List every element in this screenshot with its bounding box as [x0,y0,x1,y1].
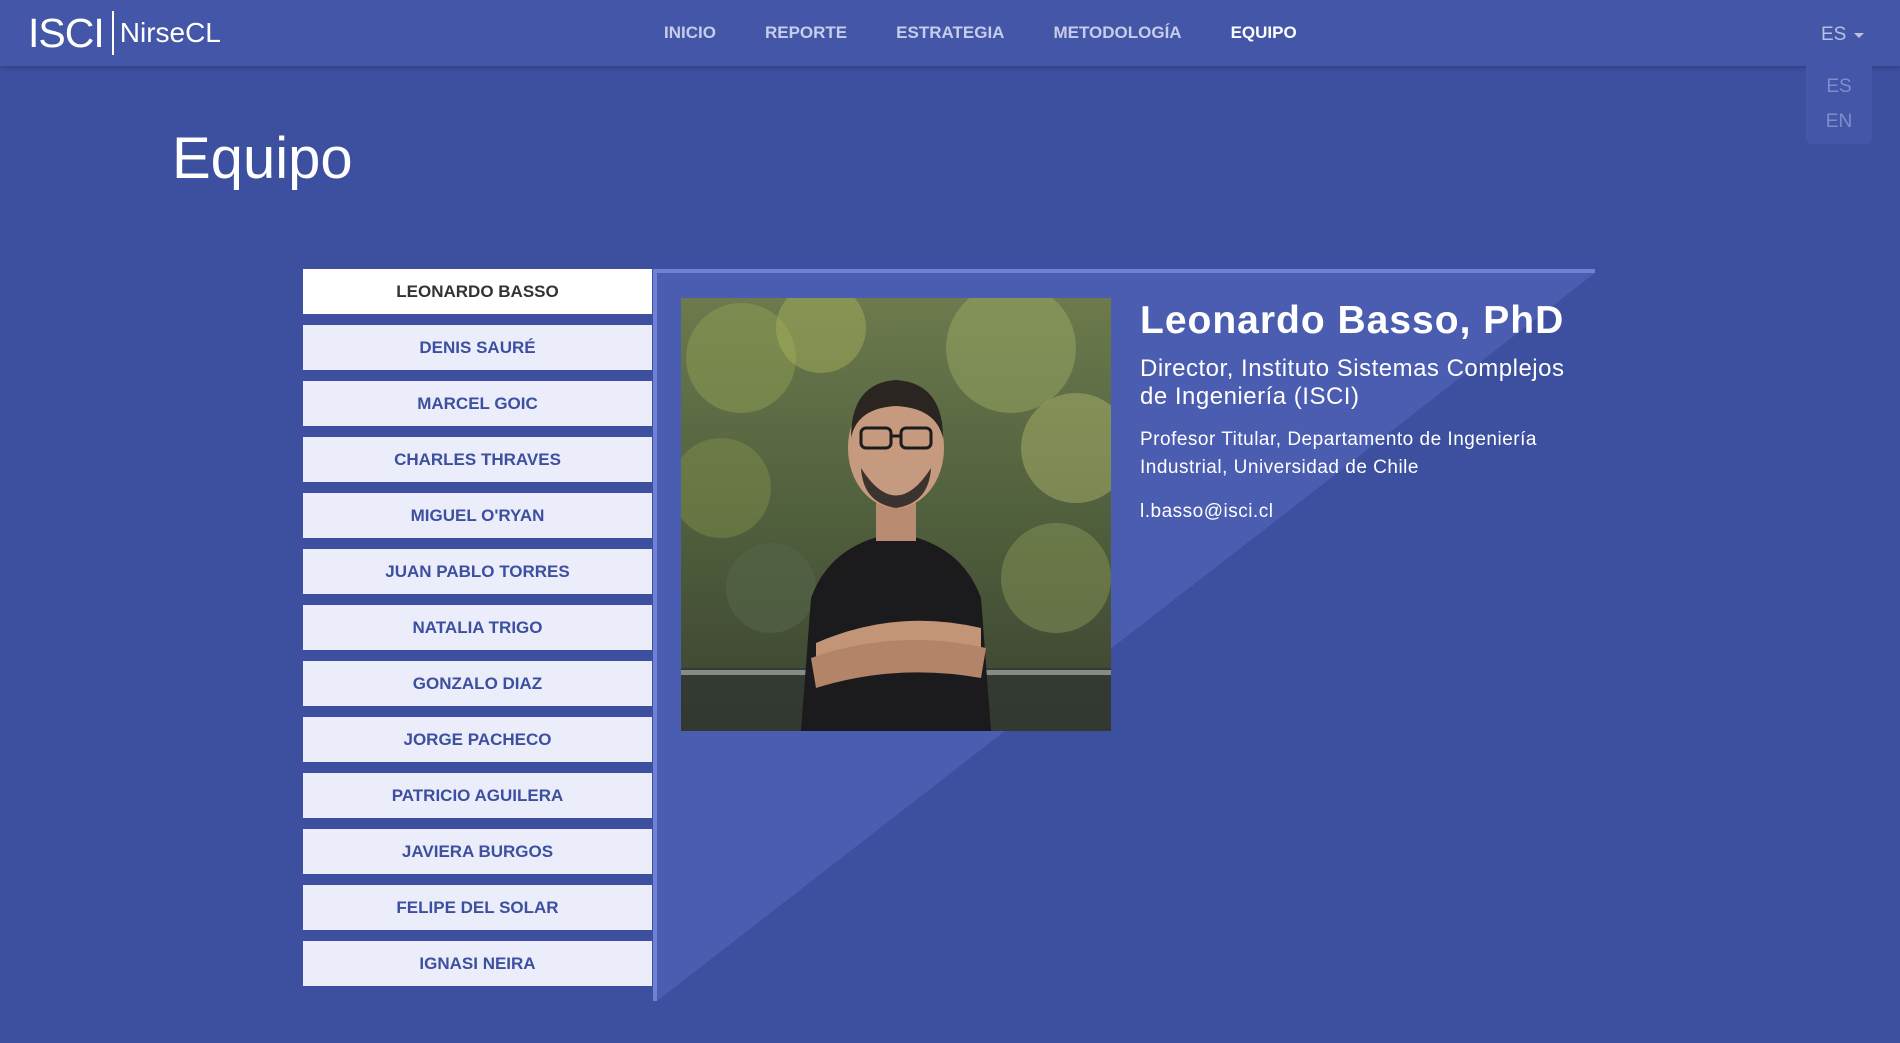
page-title: Equipo [172,126,353,191]
team-member-tab[interactable]: JAVIERA BURGOS [303,829,652,874]
caret-down-icon [1854,32,1865,38]
language-dropdown-toggle[interactable]: ES [1821,24,1865,46]
team-member-tab[interactable]: DENIS SAURÉ [303,325,652,370]
nav-reporte[interactable]: REPORTE [765,23,847,43]
team-member-tab[interactable]: CHARLES THRAVES [303,437,652,482]
top-navbar: ISCI NirseCL INICIO REPORTE ESTRATEGIA M… [0,0,1900,66]
language-option-en[interactable]: EN [1806,104,1872,139]
profile-photo [681,298,1111,731]
profile-affiliation: Profesor Titular, Departamento de Ingeni… [1140,429,1537,478]
profile-info: Leonardo Basso, PhD Director, Instituto … [1140,295,1590,525]
team-member-tab[interactable]: IGNASI NEIRA [303,941,652,986]
portrait-image [681,298,1111,731]
profile-role: Director, Instituto Sistemas Complejos d… [1140,355,1565,410]
nav-equipo[interactable]: EQUIPO [1231,23,1297,43]
logo-nirsecl-text: NirseCL [119,17,221,48]
current-language: ES [1821,24,1847,45]
team-member-tab[interactable]: MIGUEL O'RYAN [303,493,652,538]
language-dropdown-menu: ES EN [1806,66,1872,144]
team-member-tab[interactable]: LEONARDO BASSO [303,269,652,314]
profile-name: Leonardo Basso, PhD [1140,299,1565,342]
logo-isci-text: ISCI [28,9,105,56]
nav-metodologia[interactable]: METODOLOGÍA [1053,23,1181,43]
isci-nirsecl-logo[interactable]: ISCI NirseCL [28,8,221,58]
nav-inicio[interactable]: INICIO [664,23,716,43]
team-member-tab[interactable]: MARCEL GOIC [303,381,652,426]
team-member-tab[interactable]: JORGE PACHECO [303,717,652,762]
language-option-es[interactable]: ES [1806,69,1872,104]
team-member-tab[interactable]: PATRICIO AGUILERA [303,773,652,818]
profile-email[interactable]: l.basso@isci.cl [1140,499,1590,525]
team-member-tab[interactable]: GONZALO DIAZ [303,661,652,706]
logo-divider [111,11,114,55]
team-member-tab[interactable]: FELIPE DEL SOLAR [303,885,652,930]
team-member-list: LEONARDO BASSO DENIS SAURÉ MARCEL GOIC C… [303,269,653,997]
team-member-tab[interactable]: NATALIA TRIGO [303,605,652,650]
team-member-tab[interactable]: JUAN PABLO TORRES [303,549,652,594]
nav-estrategia[interactable]: ESTRATEGIA [896,23,1004,43]
main-nav: INICIO REPORTE ESTRATEGIA METODOLOGÍA EQ… [664,0,1346,66]
